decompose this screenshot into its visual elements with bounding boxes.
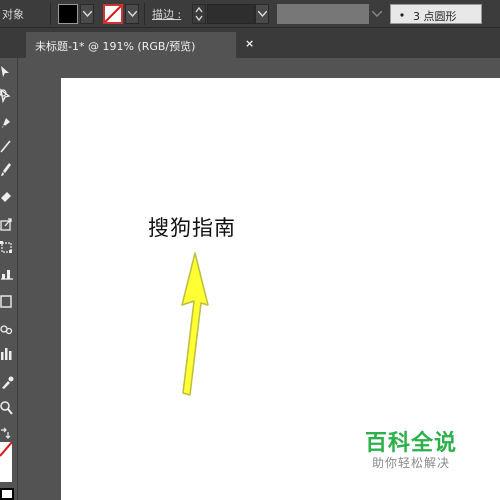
brush-dot-icon xyxy=(400,13,404,17)
variable-width-profile[interactable] xyxy=(277,4,369,24)
zoom-icon xyxy=(0,401,13,415)
eyedropper-icon xyxy=(2,376,14,389)
eraser-icon xyxy=(1,192,11,202)
column-graph-icon xyxy=(1,348,12,360)
paintbrush-tool[interactable] xyxy=(0,162,16,178)
zoom-tool[interactable] xyxy=(0,400,16,416)
tools-panel xyxy=(0,58,18,500)
chevron-down-icon xyxy=(83,11,92,17)
direct-selection-icon xyxy=(0,88,11,104)
swap-fill-stroke-button[interactable] xyxy=(0,426,16,442)
illustrator-window: 对象 描边 : 3 点圆形 未标题-1* @ 191% (RGB/预览) × 搜… xyxy=(0,0,500,500)
stroke-color-swatch[interactable] xyxy=(103,4,123,24)
divider xyxy=(144,3,145,25)
chevron-down-icon xyxy=(258,11,267,17)
column-graph-tool[interactable] xyxy=(0,346,16,362)
stroke-label[interactable]: 描边 : xyxy=(152,6,181,22)
stepper-arrows-icon xyxy=(195,6,203,22)
divider xyxy=(50,3,51,25)
stroke-dropdown-button[interactable] xyxy=(125,4,139,24)
yellow-arrow-shape[interactable] xyxy=(170,245,230,405)
fill-color-box[interactable] xyxy=(0,442,12,482)
stroke-weight-input[interactable] xyxy=(207,4,255,24)
rectangle-tool[interactable] xyxy=(0,294,16,310)
symbol-sprayer-tool[interactable] xyxy=(0,320,16,336)
paintbrush-icon xyxy=(1,163,11,176)
pen-tool[interactable] xyxy=(0,114,16,130)
chevron-down-icon xyxy=(128,11,137,17)
free-transform-icon xyxy=(0,241,12,253)
scale-tool[interactable] xyxy=(0,216,16,232)
eyedropper-tool[interactable] xyxy=(0,374,16,390)
stroke-weight-dropdown[interactable] xyxy=(255,4,269,24)
watermark-subtitle: 助你轻松解决 xyxy=(372,456,451,470)
selection-tool[interactable] xyxy=(0,64,16,80)
watermark-title: 百科全说 xyxy=(365,431,458,456)
object-label: 对象 xyxy=(2,8,24,21)
selection-arrow-icon xyxy=(1,66,9,77)
document-tab-bar: 未标题-1* @ 191% (RGB/预览) × xyxy=(0,28,500,58)
line-tool[interactable] xyxy=(0,138,16,154)
fill-dropdown-button[interactable] xyxy=(80,4,94,24)
brush-definition-dropdown[interactable]: 3 点圆形 xyxy=(390,4,482,24)
free-transform-tool[interactable] xyxy=(0,240,16,256)
stroke-weight-stepper[interactable] xyxy=(192,4,206,24)
brush-definition-label: 3 点圆形 xyxy=(413,10,457,23)
line-icon xyxy=(0,140,11,153)
control-bar: 对象 描边 : 3 点圆形 xyxy=(0,0,500,28)
document-tab[interactable]: 未标题-1* @ 191% (RGB/预览) × xyxy=(26,32,254,58)
fill-color-swatch[interactable] xyxy=(58,4,78,24)
eraser-tool[interactable] xyxy=(0,188,16,204)
symbol-sprayer-icon xyxy=(0,325,13,335)
none-color-icon xyxy=(0,442,12,457)
graph-icon xyxy=(1,270,13,280)
chevron-down-icon[interactable] xyxy=(372,11,382,19)
no-stroke-icon xyxy=(105,6,121,22)
pen-icon xyxy=(2,118,10,128)
artboard-text[interactable]: 搜狗指南 xyxy=(148,212,236,242)
direct-selection-tool[interactable] xyxy=(0,88,16,104)
swap-arrows-icon xyxy=(1,427,11,439)
rectangle-icon xyxy=(0,295,12,308)
close-tab-button[interactable]: × xyxy=(245,37,254,50)
stroke-color-box[interactable] xyxy=(0,488,14,500)
graph-tool[interactable] xyxy=(0,266,16,282)
document-tab-title: 未标题-1* @ 191% (RGB/预览) xyxy=(35,40,196,53)
scale-icon xyxy=(0,218,12,231)
